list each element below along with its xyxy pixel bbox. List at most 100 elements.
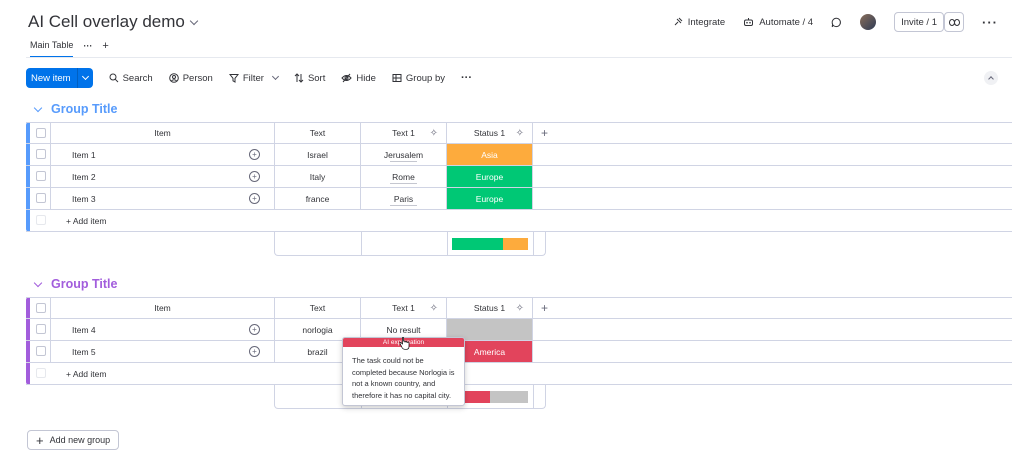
board-title[interactable]: AI Cell overlay demo — [28, 12, 185, 32]
more-options-icon[interactable]: ··· — [982, 15, 998, 30]
add-item-input[interactable]: + Add item — [66, 216, 106, 226]
chevron-down-icon[interactable] — [271, 72, 279, 81]
table-row[interactable]: Item 4 + norlogia No result — [26, 319, 1012, 341]
board-title-area[interactable]: AI Cell overlay demo — [28, 12, 199, 32]
column-header-status1[interactable]: Status 1 ✧ — [446, 123, 532, 143]
row-checkbox[interactable] — [36, 149, 46, 159]
column-header-label: Text — [309, 128, 326, 138]
new-item-dropdown[interactable] — [76, 68, 93, 88]
item-cell[interactable]: Item 1 + — [50, 144, 274, 165]
group-by-button[interactable]: Group by — [392, 73, 445, 84]
user-avatar[interactable] — [860, 14, 877, 30]
text1-cell[interactable]: Paris — [360, 188, 446, 209]
row-checkbox[interactable] — [36, 324, 46, 334]
empty-cell — [532, 341, 1012, 362]
person-label: Person — [182, 72, 213, 84]
row-checkbox[interactable] — [36, 171, 46, 181]
item-name[interactable]: Item 2 — [72, 172, 96, 182]
group-title[interactable]: Group Title — [51, 277, 117, 291]
status-cell[interactable]: Europe — [446, 188, 532, 209]
add-column-button[interactable]: + — [532, 123, 556, 143]
collapse-header-button[interactable] — [984, 71, 998, 85]
add-update-icon[interactable]: + — [249, 324, 260, 335]
group-header[interactable]: Group Title — [33, 102, 117, 116]
item-cell[interactable]: Item 3 + — [50, 188, 274, 209]
chevron-down-icon[interactable] — [33, 103, 43, 112]
cell-value: Israel — [307, 149, 328, 160]
eye-off-icon — [341, 73, 353, 83]
add-column-button[interactable]: + — [532, 298, 556, 318]
row-checkbox[interactable] — [36, 346, 46, 356]
status-cell[interactable]: Europe — [446, 166, 532, 187]
column-header-text[interactable]: Text — [274, 298, 360, 318]
search-button[interactable]: Search — [109, 73, 153, 84]
table-row[interactable]: Item 3 + france Paris Europe — [26, 188, 1012, 210]
add-update-icon[interactable]: + — [249, 171, 260, 182]
column-header-text1[interactable]: Text 1 ✧ — [360, 123, 446, 143]
filter-icon — [228, 74, 239, 83]
chevron-down-icon[interactable] — [33, 278, 43, 287]
add-update-icon[interactable]: + — [249, 193, 260, 204]
select-all-checkbox[interactable] — [36, 303, 46, 313]
automate-button[interactable]: Automate / 4 — [743, 17, 813, 28]
item-name[interactable]: Item 3 — [72, 194, 96, 204]
item-cell[interactable]: Item 4 + — [50, 319, 274, 340]
ai-value-underline — [389, 205, 418, 206]
text1-cell[interactable]: Rome — [360, 166, 446, 187]
text-cell[interactable]: france — [274, 188, 360, 209]
text1-cell[interactable]: Jerusalem — [360, 144, 446, 165]
item-cell[interactable]: Item 5 + — [50, 341, 274, 362]
ai-sparkle-icon[interactable]: ✧ — [516, 303, 524, 314]
ai-value-underline — [389, 161, 418, 162]
add-new-group-button[interactable]: + Add new group — [27, 430, 120, 450]
add-item-input[interactable]: + Add item — [66, 369, 106, 379]
item-cell[interactable]: Item 2 + — [50, 166, 274, 187]
invite-button[interactable]: Invite / 1 — [894, 12, 944, 32]
chevron-down-icon[interactable] — [189, 16, 199, 25]
item-name[interactable]: Item 5 — [72, 347, 96, 357]
status-summary-bar[interactable] — [452, 238, 528, 250]
table-row[interactable]: Item 1 + Israel Jerusalem Asia — [26, 144, 1012, 166]
filter-button[interactable]: Filter — [228, 72, 279, 84]
table-row[interactable]: Item 5 + brazil America — [26, 341, 1012, 363]
hide-button[interactable]: Hide — [341, 73, 376, 84]
sort-icon — [294, 73, 304, 83]
row-checkbox[interactable] — [36, 193, 46, 203]
add-item-row[interactable]: + Add item — [26, 363, 1012, 385]
copy-link-button[interactable] — [944, 12, 964, 32]
column-header-status1[interactable]: Status 1 ✧ — [446, 298, 532, 318]
column-header-text[interactable]: Text — [274, 123, 360, 143]
ai-sparkle-icon[interactable]: ✧ — [516, 128, 524, 139]
add-update-icon[interactable]: + — [249, 346, 260, 357]
integrate-button[interactable]: Integrate — [673, 17, 725, 28]
sort-button[interactable]: Sort — [294, 73, 325, 84]
ai-sparkle-icon[interactable]: ✧ — [430, 303, 438, 314]
new-item-button[interactable]: New item — [26, 68, 93, 88]
tab-more-icon[interactable]: ··· — [83, 41, 92, 57]
column-header-item[interactable]: Item — [50, 123, 274, 143]
group-title[interactable]: Group Title — [51, 102, 117, 116]
ai-sparkle-icon[interactable]: ✧ — [430, 128, 438, 139]
group-header[interactable]: Group Title — [33, 277, 117, 291]
add-view-button[interactable]: + — [102, 40, 108, 58]
chevron-down-icon — [81, 72, 89, 81]
text-cell[interactable]: Italy — [274, 166, 360, 187]
updates-icon[interactable] — [831, 17, 842, 28]
column-header-item[interactable]: Item — [50, 298, 274, 318]
item-name[interactable]: Item 1 — [72, 150, 96, 160]
select-all-checkbox[interactable] — [36, 128, 46, 138]
item-name[interactable]: Item 4 — [72, 325, 96, 335]
plus-icon: + — [540, 126, 548, 140]
tab-main-table[interactable]: Main Table — [30, 40, 74, 58]
table-row[interactable]: Item 2 + Italy Rome Europe — [26, 166, 1012, 188]
add-item-row[interactable]: + Add item — [26, 210, 1012, 232]
cell-value: france — [305, 193, 330, 204]
cell-value: Jerusalem — [383, 149, 424, 160]
toolbar-more-icon[interactable]: ··· — [461, 72, 472, 84]
chevron-up-icon — [988, 76, 994, 82]
person-filter-button[interactable]: Person — [168, 72, 213, 84]
add-update-icon[interactable]: + — [249, 149, 260, 160]
column-header-text1[interactable]: Text 1 ✧ — [360, 298, 446, 318]
text-cell[interactable]: Israel — [274, 144, 360, 165]
status-cell[interactable]: Asia — [446, 144, 532, 165]
